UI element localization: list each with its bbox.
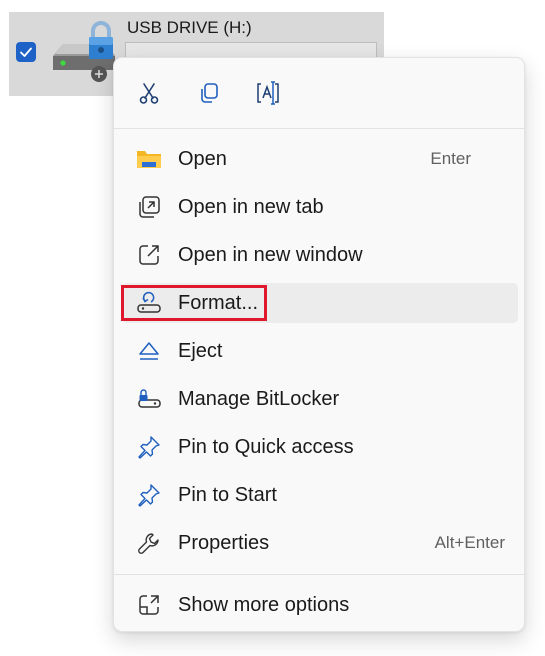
scissors-icon	[139, 83, 159, 104]
menu-separator	[114, 128, 524, 129]
copy-icon	[201, 83, 218, 103]
drive-name: USB DRIVE (H:)	[127, 18, 252, 37]
copy-button[interactable]	[192, 76, 226, 110]
checkmark-icon	[20, 47, 32, 57]
menu-item-label: Eject	[178, 339, 223, 362]
menu-item-open[interactable]: Open Enter	[122, 139, 518, 179]
menu-item-open-new-window[interactable]: Open in new window	[122, 235, 518, 275]
bitlocker-icon	[135, 385, 163, 413]
menu-item-properties[interactable]: Properties Alt+Enter	[122, 523, 518, 563]
menu-item-manage-bitlocker[interactable]: Manage BitLocker	[122, 379, 518, 419]
usb-drive-lock-icon	[49, 20, 117, 86]
new-window-icon	[135, 241, 163, 269]
folder-icon	[135, 145, 163, 173]
eject-icon	[135, 337, 163, 365]
context-menu: Open Enter Open in new tab Open in new w…	[113, 57, 525, 632]
menu-item-shortcut: Enter	[430, 149, 471, 168]
quick-actions-bar	[114, 58, 524, 128]
cut-button[interactable]	[132, 76, 166, 110]
menu-item-pin-start[interactable]: Pin to Start	[122, 475, 518, 515]
pin-icon	[135, 433, 163, 461]
menu-item-label: Manage BitLocker	[178, 387, 340, 410]
menu-separator	[114, 574, 524, 575]
rename-button[interactable]	[251, 76, 285, 110]
menu-item-shortcut: Alt+Enter	[434, 533, 505, 552]
menu-item-label: Pin to Start	[178, 483, 277, 506]
menu-item-label: Pin to Quick access	[178, 435, 354, 458]
menu-item-label: Open	[178, 147, 227, 170]
selection-checkbox[interactable]	[16, 42, 36, 62]
pin-icon	[135, 481, 163, 509]
menu-item-label: Properties	[178, 531, 270, 554]
menu-item-label: Show more options	[178, 593, 350, 616]
format-highlight-box	[121, 285, 267, 321]
new-tab-icon	[135, 193, 163, 221]
menu-item-eject[interactable]: Eject	[122, 331, 518, 371]
menu-item-open-new-tab[interactable]: Open in new tab	[122, 187, 518, 227]
menu-item-label: Open in new tab	[178, 195, 324, 218]
menu-item-show-more-options[interactable]: Show more options	[122, 585, 518, 625]
rename-icon	[257, 81, 279, 105]
menu-item-label: Open in new window	[178, 243, 363, 266]
wrench-icon	[135, 529, 163, 557]
show-more-icon	[135, 591, 163, 619]
menu-item-pin-quick-access[interactable]: Pin to Quick access	[122, 427, 518, 467]
